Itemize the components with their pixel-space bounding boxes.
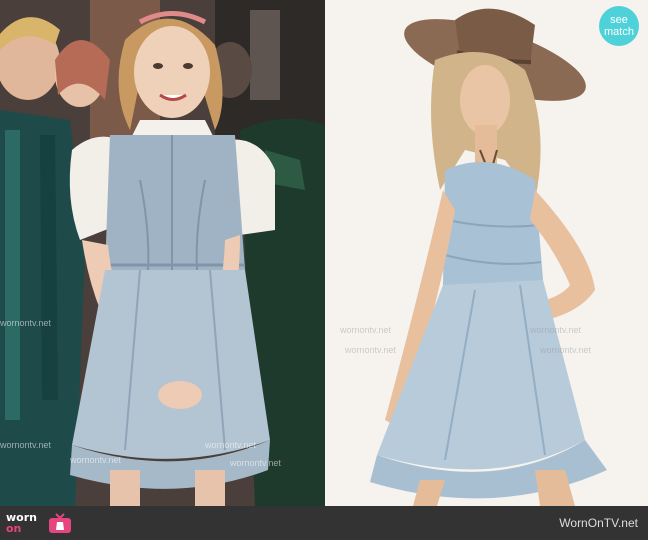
watermark-text: wornontv.net [0, 440, 51, 450]
logo-word-on: on [6, 522, 22, 535]
site-credit[interactable]: WornOnTV.net [559, 516, 638, 530]
watermark-text: wornontv.net [345, 345, 396, 355]
watermark-text: wornontv.net [340, 325, 391, 335]
footer-bar: worn on WornOnTV.net [0, 506, 648, 540]
see-match-badge[interactable]: see match [599, 6, 639, 46]
wornontv-logo[interactable]: worn on [6, 510, 72, 536]
tv-still-photo: wornontv.net wornontv.net wornontv.net w… [0, 0, 325, 506]
product-photo: wornontv.net wornontv.net wornontv.net w… [325, 0, 648, 506]
badge-line2: match [604, 26, 634, 38]
tv-scene-illustration [0, 0, 325, 506]
badge-line1: see [610, 14, 628, 26]
logo-text: worn on [6, 512, 46, 534]
watermark-text: wornontv.net [70, 455, 121, 465]
watermark-text: wornontv.net [205, 440, 256, 450]
watermark-text: wornontv.net [530, 325, 581, 335]
watermark-text: wornontv.net [0, 318, 51, 328]
watermark-text: wornontv.net [230, 458, 281, 468]
model-illustration [325, 0, 648, 506]
tv-icon [49, 513, 71, 533]
watermark-text: wornontv.net [540, 345, 591, 355]
